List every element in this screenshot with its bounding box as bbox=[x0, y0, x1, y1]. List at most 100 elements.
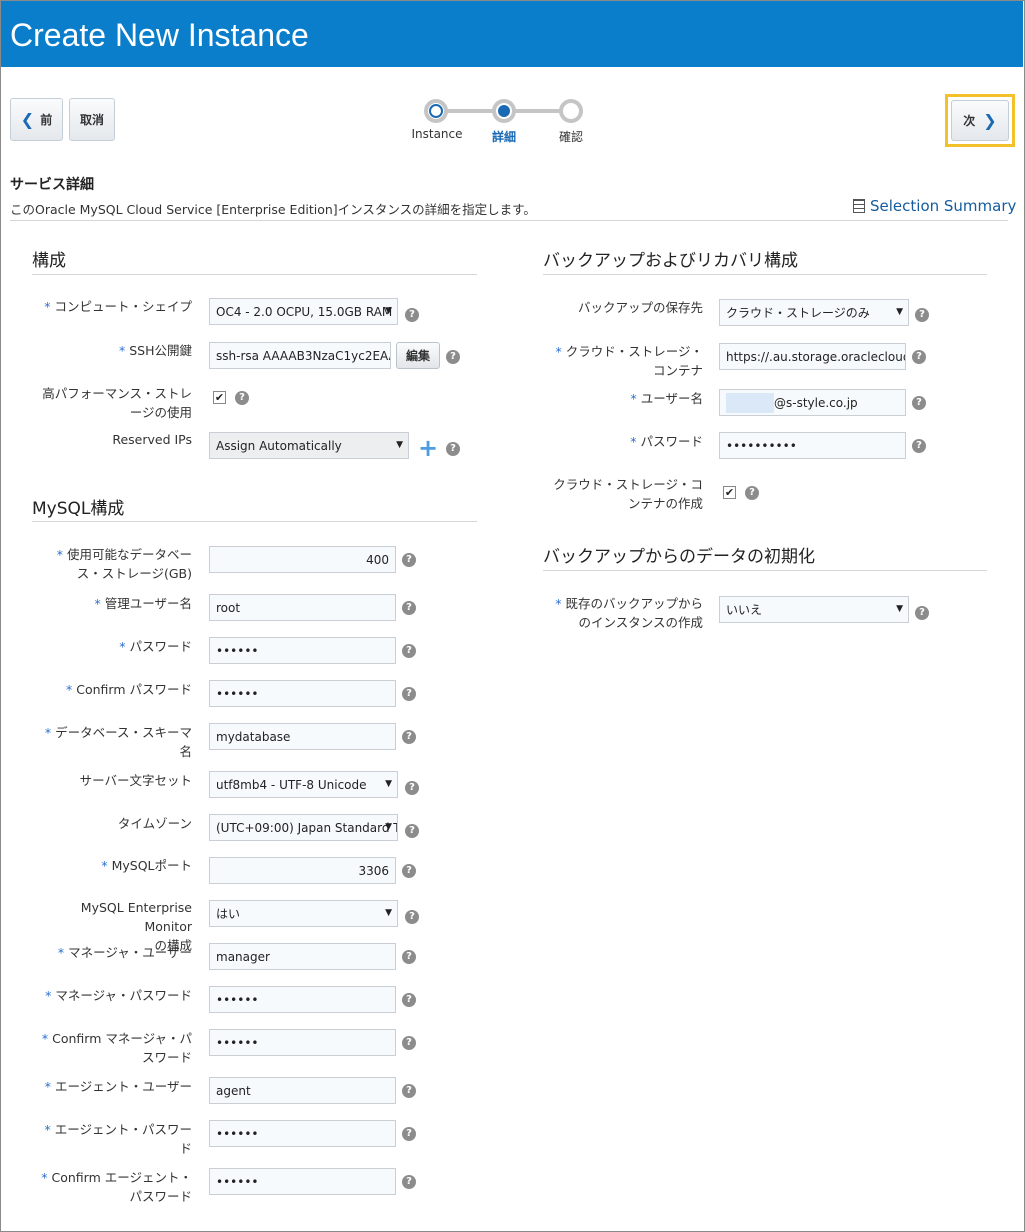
help-icon[interactable]: ? bbox=[405, 910, 419, 924]
agent-password-label: * エージェント・パスワード bbox=[44, 1122, 192, 1156]
password-input[interactable]: •••••• bbox=[209, 637, 396, 664]
schema-label: * データベース・スキーマ名 bbox=[44, 725, 192, 759]
storage-container-label: * クラウド・ストレージ・ コンテナ bbox=[555, 344, 703, 378]
agent-user-input[interactable]: agent bbox=[209, 1077, 396, 1104]
manager-password-label: * マネージャ・パスワード bbox=[45, 988, 192, 1003]
help-icon[interactable]: ? bbox=[745, 486, 759, 500]
ssh-key-label: * SSH公開鍵 bbox=[118, 343, 192, 358]
step-confirm-label[interactable]: 確認 bbox=[531, 128, 611, 145]
create-container-label: クラウド・ストレージ・コ ンテナの作成 bbox=[553, 477, 703, 511]
train-connector bbox=[514, 109, 564, 113]
add-icon[interactable]: + bbox=[418, 436, 438, 460]
ssh-edit-button[interactable]: 編集 bbox=[396, 342, 440, 369]
confirm-manager-password-input[interactable]: •••••• bbox=[209, 1029, 396, 1056]
backup-destination-select[interactable]: クラウド・ストレージのみ ▼ bbox=[719, 299, 909, 326]
storage-container-input[interactable]: https://.au.storage.oraclecloud.com bbox=[719, 343, 906, 370]
help-icon[interactable]: ? bbox=[405, 781, 419, 795]
port-input[interactable]: 3306 bbox=[209, 857, 396, 884]
create-container-checkbox[interactable]: ✔ bbox=[723, 486, 736, 499]
help-icon[interactable]: ? bbox=[402, 601, 416, 615]
divider bbox=[543, 274, 987, 275]
confirm-password-label: * Confirm パスワード bbox=[66, 682, 192, 697]
compute-shape-select[interactable]: OC4 - 2.0 OCPU, 15.0GB RAM ▼ bbox=[209, 298, 398, 325]
help-icon[interactable]: ? bbox=[402, 687, 416, 701]
divider bbox=[32, 521, 477, 522]
confirm-password-input[interactable]: •••••• bbox=[209, 680, 396, 707]
confirm-manager-password-label: * Confirm マネージャ・パ スワード bbox=[41, 1031, 192, 1065]
chevron-down-icon: ▼ bbox=[896, 604, 903, 614]
help-icon[interactable]: ? bbox=[402, 644, 416, 658]
timezone-label: タイムゾーン bbox=[117, 816, 192, 831]
storage-input[interactable]: 400 bbox=[209, 546, 396, 573]
chevron-down-icon: ▼ bbox=[385, 908, 392, 918]
help-icon[interactable]: ? bbox=[402, 1036, 416, 1050]
help-icon[interactable]: ? bbox=[402, 950, 416, 964]
back-button-label: 前 bbox=[40, 113, 53, 127]
step-instance-dot[interactable] bbox=[424, 99, 448, 123]
chevron-left-icon: ❮ bbox=[20, 110, 35, 129]
storage-label: * 使用可能なデータベー ス・ストレージ(GB) bbox=[56, 547, 192, 581]
timezone-select[interactable]: (UTC+09:00) Japan Standard Time▼ bbox=[209, 814, 398, 841]
agent-password-input[interactable]: •••••• bbox=[209, 1120, 396, 1147]
section-title: サービス詳細 bbox=[10, 177, 94, 193]
admin-user-input[interactable]: root bbox=[209, 594, 396, 621]
help-icon[interactable]: ? bbox=[912, 396, 926, 410]
help-icon[interactable]: ? bbox=[402, 864, 416, 878]
admin-user-label: * 管理ユーザー名 bbox=[94, 596, 192, 611]
help-icon[interactable]: ? bbox=[402, 993, 416, 1007]
restore-from-backup-label: * 既存のバックアップから のインスタンスの作成 bbox=[555, 596, 703, 630]
help-icon[interactable]: ? bbox=[915, 308, 929, 322]
help-icon[interactable]: ? bbox=[402, 1084, 416, 1098]
checklist-icon bbox=[853, 199, 865, 213]
help-icon[interactable]: ? bbox=[446, 350, 460, 364]
help-icon[interactable]: ? bbox=[402, 730, 416, 744]
manager-password-input[interactable]: •••••• bbox=[209, 986, 396, 1013]
selection-summary-label: Selection Summary bbox=[870, 197, 1017, 215]
chevron-down-icon: ▼ bbox=[385, 779, 392, 789]
confirm-agent-password-label: * Confirm エージェント・ パスワード bbox=[41, 1170, 192, 1204]
divider bbox=[543, 570, 987, 571]
charset-select[interactable]: utf8mb4 - UTF-8 Unicode ▼ bbox=[209, 771, 398, 798]
next-button-label: 次 bbox=[963, 114, 976, 128]
backup-username-input[interactable]: @s-style.co.jp bbox=[719, 389, 906, 416]
schema-input[interactable]: mydatabase bbox=[209, 723, 396, 750]
backup-destination-label: バックアップの保存先 bbox=[577, 300, 703, 315]
backup-group-title: バックアップおよびリカバリ構成 bbox=[543, 251, 798, 271]
chevron-down-icon: ▼ bbox=[396, 440, 403, 450]
divider bbox=[10, 220, 1008, 221]
step-confirm-dot[interactable] bbox=[559, 99, 583, 123]
divider bbox=[32, 274, 477, 275]
help-icon[interactable]: ? bbox=[402, 1127, 416, 1141]
help-icon[interactable]: ? bbox=[402, 553, 416, 567]
password-label: * パスワード bbox=[119, 639, 192, 654]
manager-user-label: * マネージャ・ユーザー bbox=[57, 945, 192, 960]
ssh-key-input[interactable]: ssh-rsa AAAAB3NzaC1yc2EAAAADAQABAAABAQ bbox=[209, 342, 391, 369]
backup-password-input[interactable]: •••••••••• bbox=[719, 432, 906, 459]
help-icon[interactable]: ? bbox=[446, 442, 460, 456]
selection-summary-link[interactable]: Selection Summary bbox=[853, 197, 1016, 215]
cancel-button[interactable]: 取消 bbox=[69, 98, 115, 141]
mysql-group-title: MySQL構成 bbox=[32, 499, 125, 519]
monitor-select[interactable]: はい ▼ bbox=[209, 900, 398, 927]
high-perf-storage-checkbox[interactable]: ✔ bbox=[213, 391, 226, 404]
chevron-down-icon: ▼ bbox=[896, 307, 903, 317]
manager-user-input[interactable]: manager bbox=[209, 943, 396, 970]
confirm-agent-password-input[interactable]: •••••• bbox=[209, 1168, 396, 1195]
agent-user-label: * エージェント・ユーザー bbox=[44, 1079, 192, 1094]
section-description: このOracle MySQL Cloud Service [Enterprise… bbox=[10, 202, 536, 217]
next-button[interactable]: 次 ❯ bbox=[951, 100, 1009, 141]
help-icon[interactable]: ? bbox=[405, 824, 419, 838]
help-icon[interactable]: ? bbox=[912, 439, 926, 453]
help-icon[interactable]: ? bbox=[235, 391, 249, 405]
back-button[interactable]: ❮ 前 bbox=[10, 98, 63, 141]
help-icon[interactable]: ? bbox=[405, 308, 419, 322]
cancel-button-label: 取消 bbox=[79, 113, 104, 127]
restore-from-backup-select[interactable]: いいえ ▼ bbox=[719, 596, 909, 623]
help-icon[interactable]: ? bbox=[912, 350, 926, 364]
reserved-ips-select[interactable]: Assign Automatically ▼ bbox=[209, 432, 409, 459]
help-icon[interactable]: ? bbox=[915, 606, 929, 620]
help-icon[interactable]: ? bbox=[402, 1175, 416, 1189]
port-label: * MySQLポート bbox=[101, 858, 192, 873]
backup-password-label: * パスワード bbox=[630, 434, 703, 449]
backup-username-label: * ユーザー名 bbox=[630, 391, 703, 406]
